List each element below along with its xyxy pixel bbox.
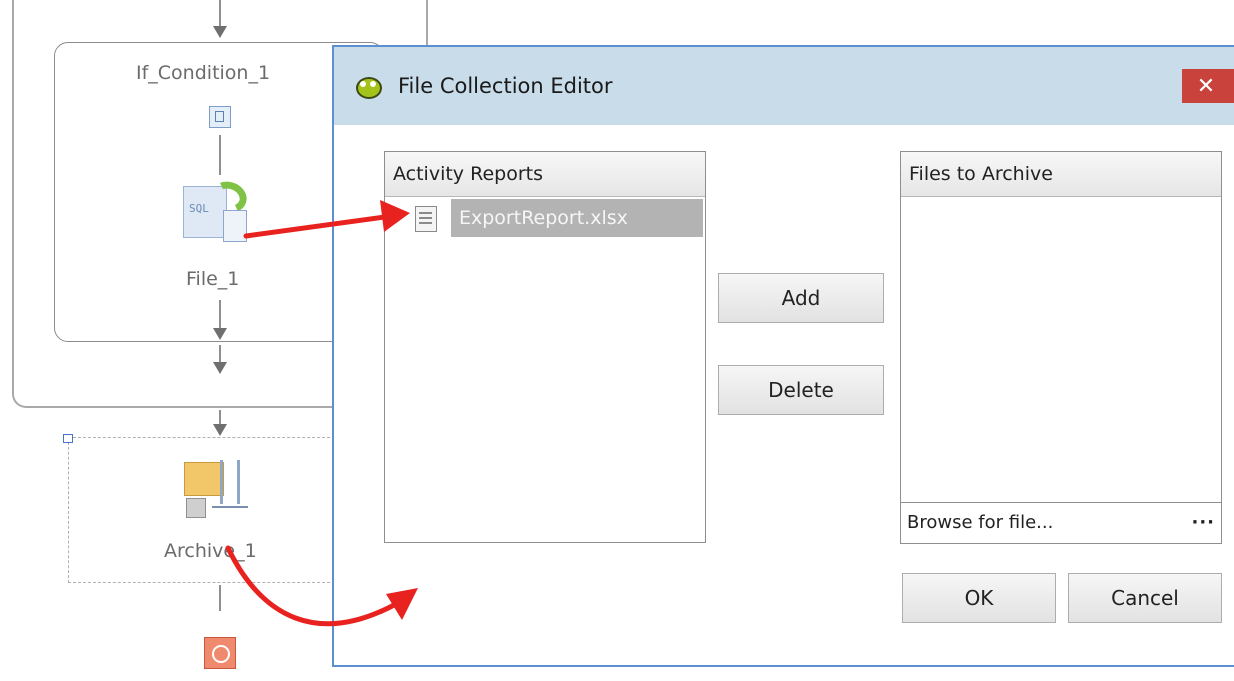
annotation-arrow-archive-to-dialog bbox=[225, 545, 418, 627]
annotation-arrow-file-to-report bbox=[243, 200, 410, 239]
annotation-arrows bbox=[225, 200, 418, 627]
